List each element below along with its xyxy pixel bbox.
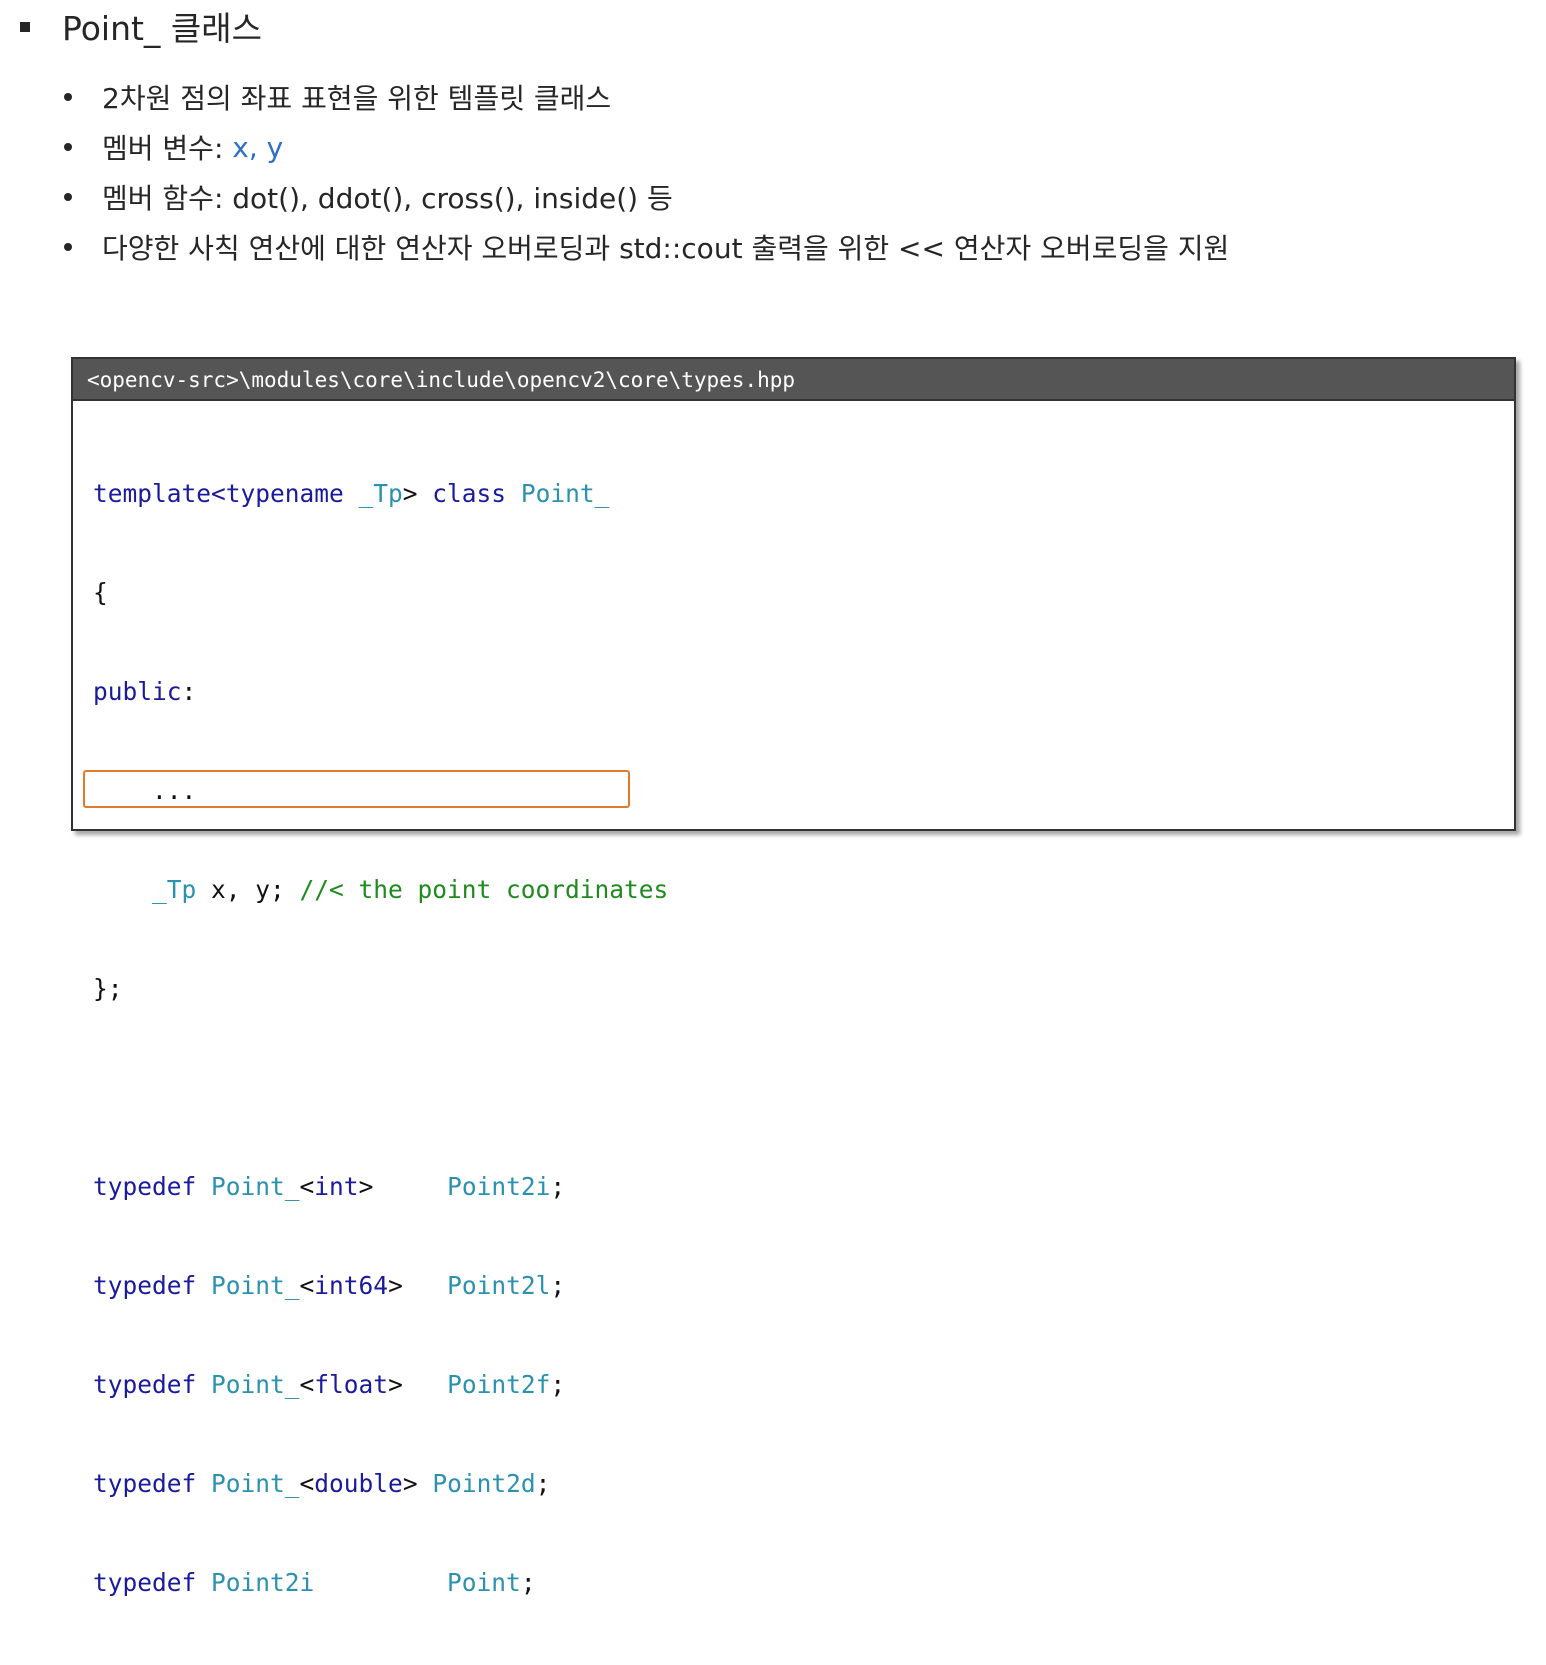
code-text: > bbox=[388, 1271, 448, 1300]
code-line: typedef Point_<int> Point2i; bbox=[93, 1170, 668, 1203]
code-text: > bbox=[388, 1370, 448, 1399]
code-keyword: int bbox=[314, 1172, 359, 1201]
code-file-path: <opencv-src>\modules\core\include\opencv… bbox=[73, 359, 1514, 401]
code-type: Point2d bbox=[432, 1469, 536, 1498]
code-keyword: float bbox=[314, 1370, 389, 1399]
code-keyword: template<typename bbox=[93, 479, 359, 508]
code-text: ; bbox=[535, 1469, 551, 1498]
bullet-item: 다양한 사칙 연산에 대한 연산자 오버로딩과 std::cout 출력을 위한… bbox=[64, 222, 1229, 272]
code-line: template<typename _Tp> class Point_ bbox=[93, 477, 668, 510]
code-keyword: int64 bbox=[314, 1271, 389, 1300]
code-type: _Tp bbox=[152, 875, 197, 904]
code-line: { bbox=[93, 576, 668, 609]
code-box: <opencv-src>\modules\core\include\opencv… bbox=[71, 357, 1516, 1597]
code-type: Point2i bbox=[211, 1568, 315, 1597]
code-line: typedef Point_<double> Point2d; bbox=[93, 1467, 668, 1500]
section-heading: Point_ 클래스 bbox=[20, 2, 262, 50]
code-type: Point2i bbox=[447, 1172, 551, 1201]
bullet-list: 2차원 점의 좌표 표현을 위한 템플릿 클래스 멤버 변수: x, y 멤버 … bbox=[64, 72, 1229, 272]
code-text: ; bbox=[520, 1568, 536, 1597]
code-keyword: typedef bbox=[93, 1568, 212, 1597]
code-text: { bbox=[93, 578, 108, 607]
code-line: typedef Point_<float> Point2f; bbox=[93, 1368, 668, 1401]
code-keyword: typedef bbox=[93, 1271, 212, 1300]
code-type: Point2f bbox=[447, 1370, 551, 1399]
bullet-item: 2차원 점의 좌표 표현을 위한 템플릿 클래스 bbox=[64, 72, 1229, 122]
code-keyword: typedef bbox=[93, 1172, 212, 1201]
code-keyword: public bbox=[93, 677, 182, 706]
bullet-item: 멤버 변수: x, y bbox=[64, 122, 1229, 172]
code-type: Point_ bbox=[211, 1172, 300, 1201]
code-type: Point_ bbox=[211, 1469, 300, 1498]
bullet-text: 다양한 사칙 연산에 대한 연산자 오버로딩과 std::cout 출력을 위한… bbox=[102, 232, 1230, 265]
square-bullet-icon bbox=[20, 22, 30, 32]
code-type: Point_ bbox=[211, 1271, 300, 1300]
code-line: }; bbox=[93, 972, 668, 1005]
code-text: ; bbox=[550, 1172, 566, 1201]
code-line-highlighted: typedef Point2i Point; bbox=[93, 1566, 668, 1599]
section-heading-text: Point_ 클래스 bbox=[62, 9, 263, 48]
bullet-text: 멤버 함수: dot(), ddot(), cross(), inside() … bbox=[102, 182, 673, 215]
code-text: < bbox=[299, 1271, 315, 1300]
code-comment: //< the point coordinates bbox=[299, 875, 669, 904]
code-line: _Tp x, y; //< the point coordinates bbox=[93, 873, 668, 906]
bullet-dot-icon bbox=[64, 93, 72, 101]
code-type: Point_ bbox=[520, 479, 610, 508]
bullet-text: 멤버 변수: bbox=[102, 132, 233, 165]
code-keyword: class bbox=[432, 479, 521, 508]
bullet-item: 멤버 함수: dot(), ddot(), cross(), inside() … bbox=[64, 172, 1229, 222]
bullet-dot-icon bbox=[64, 193, 72, 201]
bullet-dot-icon bbox=[64, 143, 72, 151]
code-text: }; bbox=[93, 974, 123, 1003]
member-vars-highlight: x, y bbox=[232, 130, 284, 164]
code-text: ; bbox=[550, 1271, 566, 1300]
code-text: < bbox=[299, 1469, 315, 1498]
code-keyword: double bbox=[314, 1469, 403, 1498]
code-type: Point2l bbox=[447, 1271, 551, 1300]
code-line: typedef Point_<int64> Point2l; bbox=[93, 1269, 668, 1302]
code-line: public: bbox=[93, 675, 668, 708]
highlight-box bbox=[83, 770, 630, 808]
code-text: ; bbox=[550, 1370, 566, 1399]
code-text: < bbox=[299, 1172, 315, 1201]
code-text: x, y; bbox=[196, 875, 300, 904]
code-type: Point_ bbox=[211, 1370, 300, 1399]
bullet-text: 2차원 점의 좌표 표현을 위한 템플릿 클래스 bbox=[102, 82, 612, 115]
code-text: > bbox=[358, 1172, 448, 1201]
code-block: template<typename _Tp> class Point_ { pu… bbox=[93, 411, 668, 1665]
code-type: _Tp bbox=[358, 479, 403, 508]
code-type: Point bbox=[447, 1568, 521, 1597]
code-keyword: typedef bbox=[93, 1469, 212, 1498]
code-text: > bbox=[402, 479, 433, 508]
code-text: : bbox=[181, 677, 197, 706]
code-text: > bbox=[402, 1469, 433, 1498]
code-keyword: typedef bbox=[93, 1370, 212, 1399]
code-text: < bbox=[299, 1370, 315, 1399]
bullet-dot-icon bbox=[64, 243, 72, 251]
